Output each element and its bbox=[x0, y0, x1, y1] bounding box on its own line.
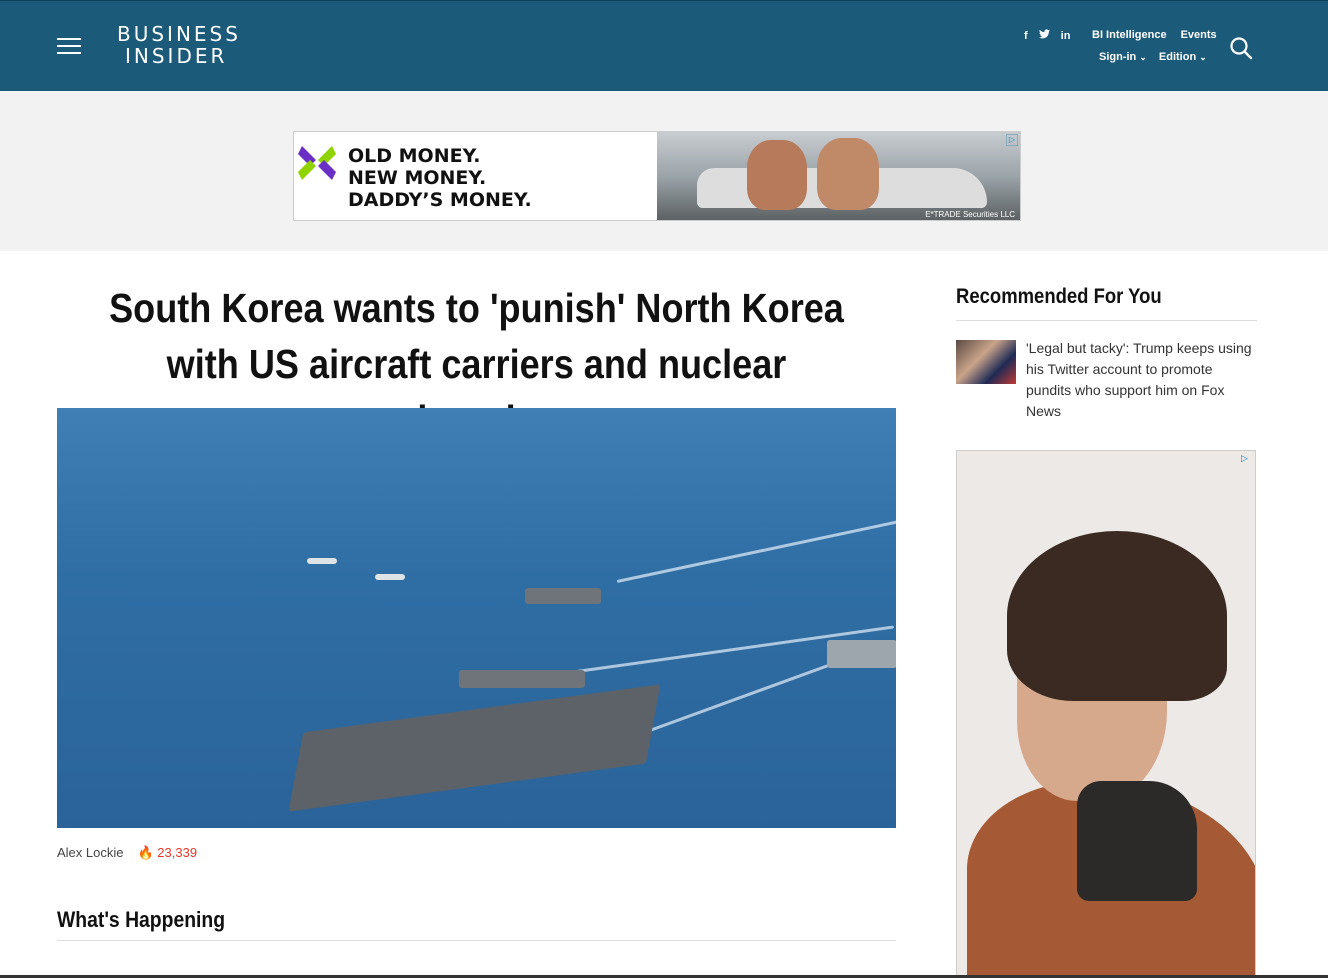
adchoices-icon[interactable]: ▷ bbox=[1241, 453, 1253, 465]
hamburger-menu-icon[interactable] bbox=[57, 38, 81, 56]
aircraft-carrier bbox=[288, 684, 661, 812]
ad-line-1: OLD MONEY. bbox=[348, 145, 481, 167]
edition-label: Edition bbox=[1158, 51, 1197, 63]
fighter-jet bbox=[375, 574, 405, 580]
article-byline: Alex Lockie 🔥 23,339 bbox=[57, 845, 197, 861]
social-links: f in bbox=[1024, 29, 1070, 42]
whats-happening-heading: What's Happening bbox=[57, 907, 226, 932]
linkedin-icon[interactable]: in bbox=[1061, 30, 1071, 42]
logo-line-1: BUSINESS bbox=[117, 22, 241, 46]
ad-model-hair bbox=[1007, 531, 1227, 701]
chevron-down-icon: ⌄ bbox=[1139, 52, 1147, 62]
destroyer-ship bbox=[525, 588, 601, 604]
recommended-thumbnail[interactable] bbox=[956, 340, 1016, 384]
banner-advertisement[interactable]: OLD MONEY. NEW MONEY. DADDY’S MONEY. E*T… bbox=[293, 131, 1021, 221]
ad-band: OLD MONEY. NEW MONEY. DADDY’S MONEY. E*T… bbox=[0, 91, 1328, 251]
etrade-logo-icon bbox=[296, 142, 338, 184]
chevron-down-icon: ⌄ bbox=[1199, 52, 1207, 62]
ad-headline: OLD MONEY. NEW MONEY. DADDY’S MONEY. bbox=[348, 145, 532, 211]
ad-credit: E*TRADE Securities LLC bbox=[925, 210, 1015, 219]
facebook-icon[interactable]: f bbox=[1024, 30, 1028, 42]
edition-dropdown[interactable]: Edition ⌄ bbox=[1159, 51, 1207, 63]
events-link[interactable]: Events bbox=[1181, 29, 1217, 41]
twitter-icon[interactable] bbox=[1038, 29, 1050, 42]
ad-person-1 bbox=[747, 140, 807, 210]
fighter-jet bbox=[307, 558, 337, 564]
sidebar-advertisement[interactable]: ▷ bbox=[956, 450, 1256, 978]
ad-image: E*TRADE Securities LLC bbox=[657, 132, 1020, 220]
logo-line-2: INSIDER bbox=[125, 44, 228, 68]
adchoices-icon[interactable]: ▷ bbox=[1006, 134, 1018, 146]
business-insider-logo[interactable]: BUSINESS INSIDER bbox=[117, 23, 241, 67]
recommended-heading: Recommended For You bbox=[956, 285, 1162, 308]
author-name[interactable]: Alex Lockie bbox=[57, 845, 123, 861]
section-divider bbox=[57, 940, 896, 941]
destroyer-ship bbox=[459, 670, 585, 688]
cruiser-ship bbox=[827, 640, 896, 668]
signin-dropdown[interactable]: Sign-in ⌄ bbox=[1099, 51, 1147, 63]
fire-icon: 🔥 bbox=[137, 845, 154, 860]
account-links: Sign-in ⌄ Edition ⌄ bbox=[1099, 51, 1207, 63]
ad-line-2: NEW MONEY. bbox=[348, 167, 487, 189]
bi-intelligence-link[interactable]: BI Intelligence bbox=[1092, 29, 1167, 41]
search-icon[interactable] bbox=[1229, 36, 1253, 60]
ad-person-2 bbox=[817, 138, 879, 210]
view-count-value: 23,339 bbox=[157, 845, 198, 860]
article-hero-image bbox=[57, 408, 896, 828]
ad-line-3: DADDY’S MONEY. bbox=[348, 189, 532, 211]
view-count: 🔥 23,339 bbox=[137, 845, 197, 861]
signin-label: Sign-in bbox=[1099, 51, 1137, 63]
recommended-divider bbox=[956, 320, 1257, 321]
recommended-item-title[interactable]: 'Legal but tacky': Trump keeps using his… bbox=[1026, 338, 1257, 422]
header-links: BI Intelligence Events bbox=[1092, 29, 1217, 41]
ship-wake bbox=[616, 515, 896, 583]
top-navigation-bar: BUSINESS INSIDER f in BI Intelligence Ev… bbox=[0, 0, 1328, 91]
recommended-item[interactable]: 'Legal but tacky': Trump keeps using his… bbox=[956, 338, 1257, 419]
ad-model-collar bbox=[1077, 781, 1197, 901]
